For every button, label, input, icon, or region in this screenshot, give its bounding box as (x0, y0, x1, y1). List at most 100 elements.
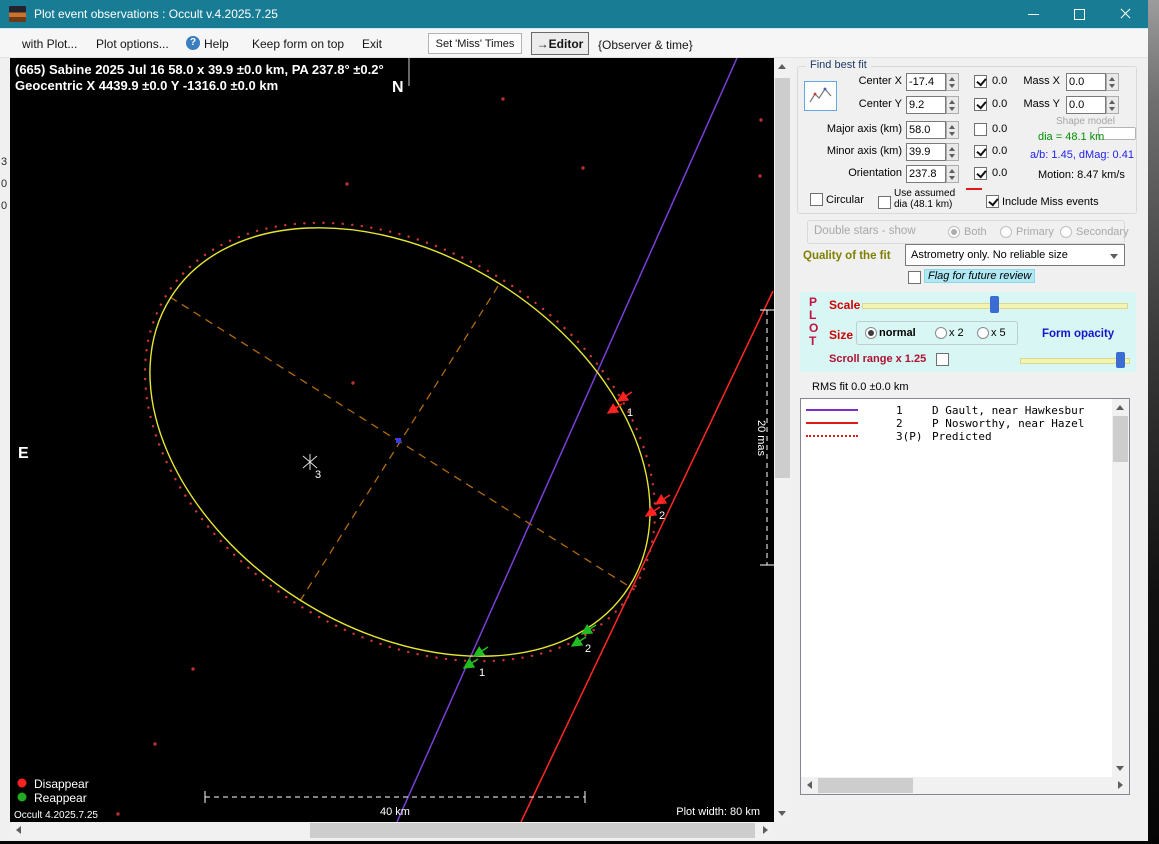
center-y-fit-checkbox[interactable] (974, 98, 987, 111)
center-y-spinner[interactable] (946, 96, 959, 114)
scroll-up-icon[interactable] (778, 64, 786, 69)
quality-dropdown[interactable]: Astrometry only. No reliable size (905, 244, 1125, 266)
ab-dmag-label: a/b: 1.45, dMag: 0.41 (1030, 149, 1134, 161)
size-x2-radio[interactable] (935, 327, 947, 339)
scroll-right-icon[interactable] (763, 826, 768, 834)
minor-axis-spinner[interactable] (946, 143, 959, 161)
orientation-fit-checkbox[interactable] (974, 167, 987, 180)
help-icon[interactable]: ? (186, 36, 200, 50)
plot-vscroll-thumb[interactable] (775, 78, 790, 478)
center-x-fit-checkbox[interactable] (974, 75, 987, 88)
mass-x-input[interactable] (1066, 73, 1106, 91)
menu-exit[interactable]: Exit (362, 37, 382, 51)
orientation-spinner[interactable] (946, 165, 959, 183)
chord-1-line (396, 57, 738, 823)
chord-2-line-sample (806, 422, 858, 424)
major-axis-label: Major axis (km) (826, 123, 902, 135)
menu-keep-on-top[interactable]: Keep form on top (252, 37, 344, 51)
double-stars-primary-label: Primary (1016, 226, 1054, 238)
list-hscroll-thumb[interactable] (818, 778, 913, 793)
scroll-range-slider-thumb[interactable] (1116, 352, 1125, 368)
major-axis-input[interactable] (906, 121, 946, 139)
scroll-right-icon[interactable] (1118, 781, 1123, 789)
circular-checkbox[interactable] (810, 193, 823, 206)
menu-plot-options[interactable]: Plot options... (96, 37, 169, 51)
minimize-button[interactable] (1010, 0, 1056, 28)
maximize-button[interactable] (1056, 0, 1102, 28)
plot-width-label: Plot width: 80 km (676, 806, 760, 818)
center-y-error: 0.0 (992, 98, 1008, 110)
scroll-left-icon[interactable] (16, 826, 21, 834)
mass-x-label: Mass X (1023, 75, 1060, 87)
circular-label: Circular (826, 194, 864, 206)
menu-help[interactable]: Help (204, 37, 229, 51)
scroll-range-checkbox[interactable] (936, 353, 949, 366)
plot-canvas[interactable]: 3 1 2 1 2 (665) Sabine 2025 Jul 16 58.0 … (10, 57, 774, 823)
minimize-icon (1027, 13, 1039, 15)
observation-number: 2 (896, 417, 903, 430)
major-axis-spinner[interactable] (946, 121, 959, 139)
double-stars-group: Double stars - show Both Primary Seconda… (807, 220, 1129, 244)
form-opacity-link[interactable]: Form opacity (1042, 328, 1114, 340)
list-item[interactable]: 3(P) Predicted (801, 430, 1129, 443)
plot-header-line2: Geocentric X 4439.9 ±0.0 Y -1316.0 ±0.0 … (15, 78, 278, 93)
chord-2-line (520, 290, 774, 823)
list-item[interactable]: 1 D Gault, near Hawkesbur (801, 404, 1129, 417)
center-x-spinner[interactable] (946, 73, 959, 91)
list-vertical-scrollbar[interactable] (1112, 399, 1129, 777)
scale-bar-bracket (204, 791, 586, 803)
close-button[interactable] (1102, 0, 1148, 28)
quality-label: Quality of the fit (803, 250, 891, 262)
scroll-down-icon[interactable] (1116, 766, 1124, 771)
list-horizontal-scrollbar[interactable] (801, 777, 1129, 794)
observation-name: Predicted (932, 430, 992, 443)
observations-listbox[interactable]: 1 D Gault, near Hawkesbur 2 P Nosworthy,… (800, 398, 1130, 795)
mass-x-spinner[interactable] (1106, 73, 1119, 91)
double-stars-primary-radio[interactable] (1000, 226, 1012, 238)
dropdown-arrow-icon (1110, 254, 1118, 259)
double-stars-secondary-radio[interactable] (1060, 226, 1072, 238)
minor-axis-input[interactable] (906, 143, 946, 161)
scroll-down-icon[interactable] (778, 811, 786, 816)
plot-letter-p: P (809, 295, 818, 309)
disappear-legend-label: Disappear (34, 777, 89, 791)
orientation-input[interactable] (906, 165, 946, 183)
observer-time-label[interactable]: {Observer & time} (598, 38, 693, 52)
list-item[interactable]: 2 P Nosworthy, near Hazel (801, 417, 1129, 430)
size-x5-radio[interactable] (977, 327, 989, 339)
double-stars-both-radio[interactable] (948, 226, 960, 238)
scroll-left-icon[interactable] (807, 781, 812, 789)
scroll-range-slider-track[interactable] (1020, 358, 1130, 364)
control-panel: Find best fit Center X 0.0 Mass X (793, 58, 1148, 841)
plot-horizontal-scrollbar[interactable] (10, 822, 774, 839)
set-miss-times-button[interactable]: Set 'Miss' Times (428, 33, 522, 54)
center-x-input[interactable] (906, 73, 946, 91)
flag-review-checkbox[interactable] (908, 271, 921, 284)
scale-bar-label: 40 km (380, 806, 410, 818)
major-axis-fit-checkbox[interactable] (974, 123, 987, 136)
center-y-label: Center Y (858, 98, 902, 110)
include-miss-checkbox[interactable] (986, 195, 999, 208)
reappear-marker-1[interactable] (462, 645, 489, 669)
plot-hscroll-thumb[interactable] (310, 823, 755, 838)
edge-clipped-digit: 0 (1, 178, 8, 190)
find-best-fit-group: Find best fit Center X 0.0 Mass X (797, 59, 1137, 214)
mass-y-spinner[interactable] (1106, 96, 1119, 114)
center-mark (396, 438, 401, 443)
edge-clipped-digit: 3 (1, 156, 8, 168)
plot-vertical-scrollbar[interactable] (774, 58, 791, 822)
minor-axis-fit-checkbox[interactable] (974, 145, 987, 158)
find-best-fit-title: Find best fit (806, 59, 871, 71)
menu-with-plot[interactable]: with Plot... (22, 37, 77, 51)
use-assumed-checkbox[interactable] (878, 196, 891, 209)
scale-slider-thumb[interactable] (990, 296, 999, 313)
miss-line-sample (966, 188, 982, 190)
size-normal-radio[interactable] (865, 327, 877, 339)
center-y-input[interactable] (906, 96, 946, 114)
mass-y-input[interactable] (1066, 96, 1106, 114)
editor-button[interactable]: →Editor (531, 32, 589, 55)
plot-controls-panel: P L O T Scale Size normal x 2 x 5 Form o… (800, 292, 1136, 372)
title-bar[interactable]: Plot event observations : Occult v.4.202… (0, 0, 1148, 28)
scroll-up-icon[interactable] (1116, 405, 1124, 410)
list-vscroll-thumb[interactable] (1113, 416, 1128, 462)
